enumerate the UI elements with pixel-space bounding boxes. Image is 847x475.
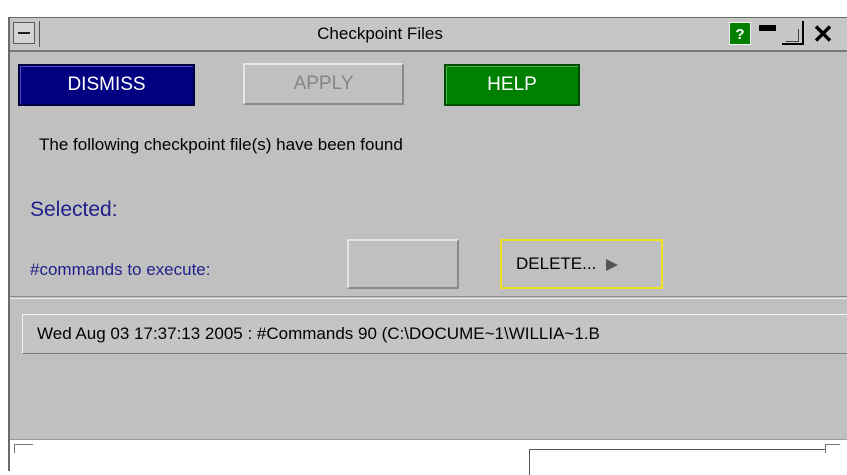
checkpoint-files-window: Checkpoint Files ? ✕ DISMISS APPLY HELP … xyxy=(8,17,847,475)
resize-corner-right[interactable] xyxy=(825,444,840,453)
title-divider xyxy=(39,21,40,47)
bottom-bar xyxy=(10,439,847,475)
delete-menu-button[interactable]: DELETE... xyxy=(500,239,663,289)
resize-corner-left[interactable] xyxy=(14,444,33,453)
selected-label: Selected: xyxy=(30,198,118,221)
delete-button-label: DELETE... xyxy=(516,254,597,273)
apply-button[interactable]: APPLY xyxy=(243,63,404,105)
window-outer-edge xyxy=(0,17,8,470)
title-bar[interactable]: Checkpoint Files ? ✕ xyxy=(10,18,847,52)
bottom-tab[interactable] xyxy=(529,449,825,475)
info-message: The following checkpoint file(s) have be… xyxy=(39,135,403,154)
window-title: Checkpoint Files xyxy=(317,24,443,43)
submenu-arrow-icon xyxy=(606,259,619,271)
window-menu-icon[interactable] xyxy=(13,22,35,44)
close-icon[interactable]: ✕ xyxy=(808,21,838,47)
commands-to-execute-field[interactable] xyxy=(347,239,459,289)
dismiss-button[interactable]: DISMISS xyxy=(18,64,195,106)
maximize-icon[interactable] xyxy=(782,21,804,45)
help-icon[interactable]: ? xyxy=(729,22,751,45)
minimize-icon[interactable] xyxy=(757,21,779,45)
commands-to-execute-label: #commands to execute: xyxy=(30,260,211,279)
checkpoint-file-item[interactable]: Wed Aug 03 17:37:13 2005 : #Commands 90 … xyxy=(22,314,847,354)
section-divider xyxy=(10,296,847,299)
help-button[interactable]: HELP xyxy=(444,64,580,106)
